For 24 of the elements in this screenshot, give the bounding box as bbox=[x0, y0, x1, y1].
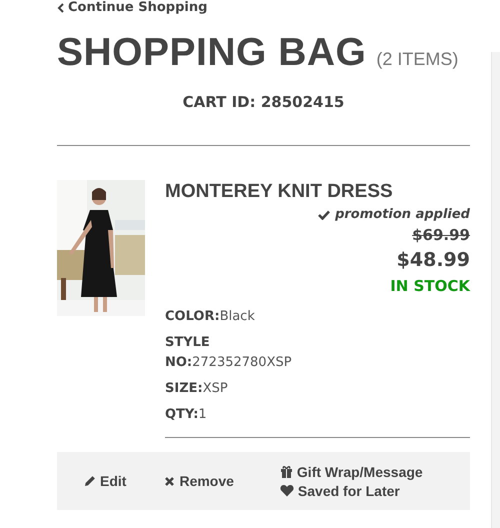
product-attribute: STYLE NO:272352780XSP bbox=[165, 334, 293, 372]
product-attribute: COLOR:Black bbox=[165, 308, 256, 326]
page-title: SHOPPING BAG bbox=[57, 31, 366, 75]
sale-price: $48.99 bbox=[396, 249, 470, 271]
remove-button[interactable]: Remove bbox=[164, 473, 234, 489]
cart-id: CART ID: 28502415 bbox=[182, 93, 346, 111]
heart-icon bbox=[280, 484, 294, 497]
promotion-text: promotion applied bbox=[335, 207, 470, 222]
close-icon bbox=[164, 476, 176, 486]
product-attribute: QTY:1 bbox=[165, 406, 208, 424]
continue-shopping-link[interactable]: Continue Shopping bbox=[57, 0, 208, 15]
chevron-left-icon bbox=[57, 2, 64, 12]
pencil-icon bbox=[84, 475, 96, 487]
stock-status: IN STOCK bbox=[390, 277, 470, 295]
product-name: MONTEREY KNIT DRESS bbox=[165, 181, 394, 203]
gift-wrap-link[interactable]: Gift Wrap/Message bbox=[280, 464, 423, 480]
item-count: (2 ITEMS) bbox=[376, 49, 458, 70]
gift-icon bbox=[280, 465, 293, 478]
saved-for-later-link[interactable]: Saved for Later bbox=[280, 482, 423, 498]
scrollbar[interactable] bbox=[491, 52, 500, 528]
original-price: $69.99 bbox=[412, 226, 470, 244]
check-icon bbox=[318, 210, 330, 220]
edit-button[interactable]: Edit bbox=[84, 473, 126, 489]
product-attribute: SIZE:XSP bbox=[165, 380, 229, 398]
